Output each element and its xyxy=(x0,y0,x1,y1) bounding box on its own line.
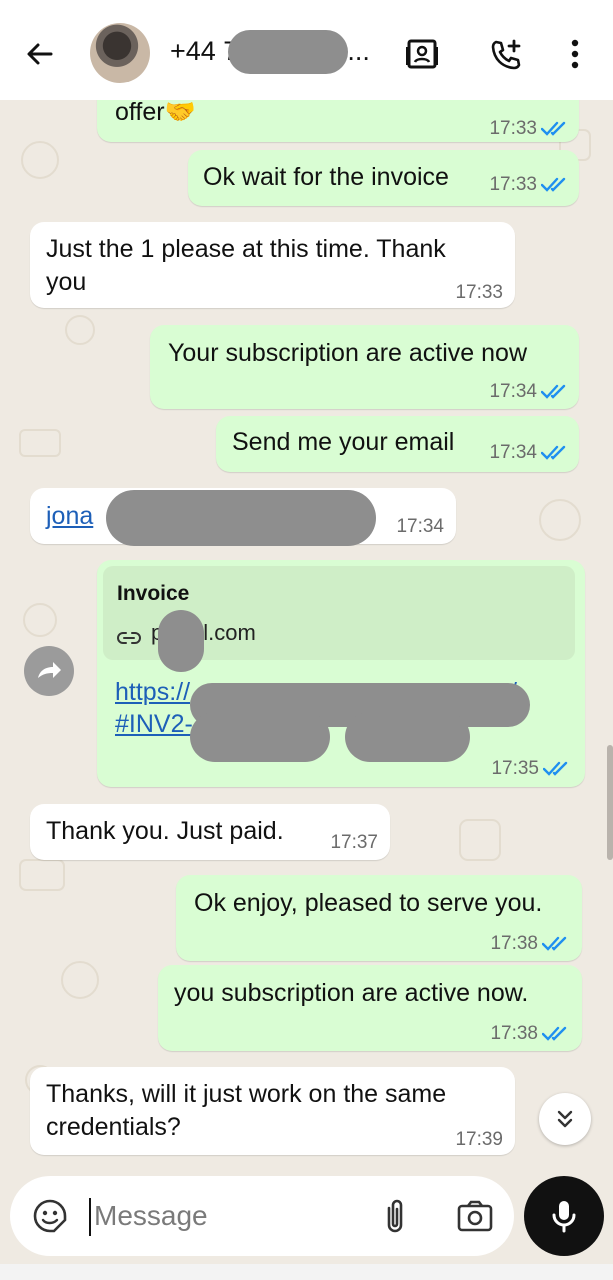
message-bubble-outgoing[interactable]: Invoice pl.com https:/// #INV2- 17:35 xyxy=(97,560,585,787)
message-text: offer🤝 xyxy=(115,100,196,126)
invoice-url-line[interactable]: #INV2- xyxy=(115,710,193,739)
message-input[interactable]: Message xyxy=(94,1200,208,1232)
message-bubble-outgoing[interactable]: you subscription are active now. 17:38 xyxy=(158,965,582,1051)
message-bubble-outgoing[interactable]: Your subscription are active now 17:34 xyxy=(150,325,579,409)
arrow-left-icon[interactable] xyxy=(20,34,60,74)
message-time: 17:33 xyxy=(489,174,569,199)
message-bubble-outgoing[interactable]: Ok wait for the invoice 17:33 xyxy=(188,150,579,206)
microphone-icon[interactable] xyxy=(524,1176,604,1256)
message-bubble-outgoing[interactable]: Send me your email 17:34 xyxy=(216,416,579,472)
message-time: 17:38 xyxy=(490,1023,570,1048)
message-text: Send me your email xyxy=(232,428,455,456)
message-time: 17:33 xyxy=(455,282,503,303)
message-input-caret xyxy=(89,1198,91,1236)
chat-header: +44 7 3... xyxy=(0,0,613,100)
emoji-sticker-icon[interactable] xyxy=(32,1198,68,1239)
link-icon xyxy=(117,624,141,653)
message-bubble-outgoing[interactable]: Ok enjoy, pleased to serve you. 17:38 xyxy=(176,875,582,961)
message-time: 17:37 xyxy=(330,832,378,853)
message-time: 17:33 xyxy=(489,118,569,143)
email-link[interactable]: jona xyxy=(46,502,93,531)
message-text-line: you xyxy=(46,268,87,296)
contact-card-icon[interactable] xyxy=(402,34,442,74)
read-ticks-icon xyxy=(540,384,569,406)
message-composer: Message xyxy=(10,1176,514,1256)
paperclip-icon[interactable] xyxy=(380,1196,410,1241)
message-time: 17:34 xyxy=(396,516,444,537)
avatar[interactable] xyxy=(90,23,150,83)
message-time: 17:34 xyxy=(489,381,569,406)
message-text-line: Just the 1 please at this time. Thank xyxy=(46,235,446,263)
read-ticks-icon xyxy=(540,177,569,199)
redaction xyxy=(106,490,376,546)
scrollbar-thumb[interactable] xyxy=(607,745,613,860)
read-ticks-icon xyxy=(542,761,571,783)
read-ticks-icon xyxy=(540,445,569,467)
redaction xyxy=(190,712,330,762)
read-ticks-icon xyxy=(541,1026,570,1048)
message-text: Ok wait for the invoice xyxy=(203,163,449,191)
read-ticks-icon xyxy=(541,936,570,958)
message-text: Your subscription are active now xyxy=(168,339,527,367)
read-ticks-icon xyxy=(540,121,569,143)
redaction xyxy=(158,610,204,672)
camera-icon[interactable] xyxy=(456,1198,494,1239)
redaction xyxy=(345,712,470,762)
message-time: 17:34 xyxy=(489,442,569,467)
system-nav-bar xyxy=(0,1264,613,1280)
chevron-double-down-icon[interactable] xyxy=(539,1093,591,1145)
link-preview-title: Invoice xyxy=(117,582,190,605)
message-bubble-outgoing[interactable]: offer🤝 17:33 xyxy=(97,100,579,142)
message-time: 17:39 xyxy=(455,1129,503,1150)
message-text-line: Thanks, will it just work on the same xyxy=(46,1080,447,1108)
redaction xyxy=(228,30,348,74)
message-bubble-incoming[interactable]: Thanks, will it just work on the same cr… xyxy=(30,1067,515,1155)
add-call-icon[interactable] xyxy=(485,34,527,76)
more-vert-icon[interactable] xyxy=(560,34,590,74)
forward-icon[interactable] xyxy=(24,646,74,696)
message-bubble-incoming[interactable]: Just the 1 please at this time. Thank yo… xyxy=(30,222,515,308)
message-bubble-incoming[interactable]: Thank you. Just paid. 17:37 xyxy=(30,804,390,860)
message-text-line: credentials? xyxy=(46,1113,181,1141)
message-text: you subscription are active now. xyxy=(174,979,529,1007)
message-text: Ok enjoy, pleased to serve you. xyxy=(194,889,543,917)
message-time: 17:38 xyxy=(490,933,570,958)
message-list[interactable]: offer🤝 17:33 Ok wait for the invoice 17:… xyxy=(0,100,613,1172)
message-time: 17:35 xyxy=(491,758,571,783)
message-text: Thank you. Just paid. xyxy=(46,817,284,845)
